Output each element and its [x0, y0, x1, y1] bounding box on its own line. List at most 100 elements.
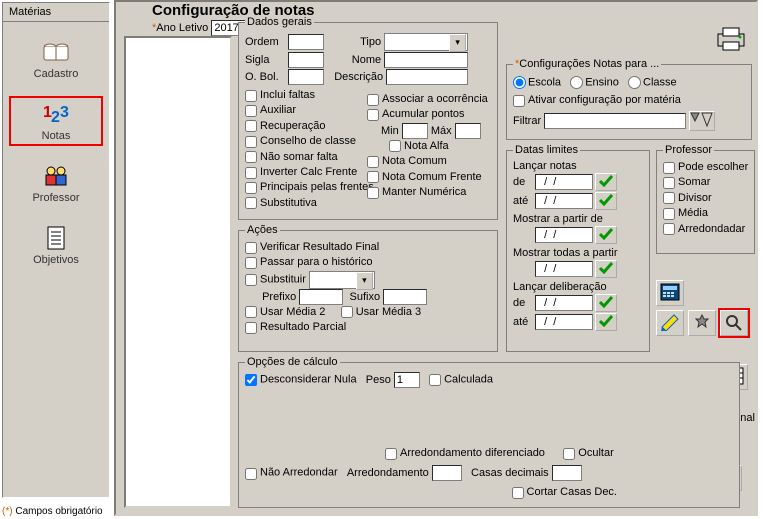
fs-acoes: Ações Verificar Resultado Final Passar p…	[238, 224, 498, 352]
check-delib-ate[interactable]	[595, 313, 617, 331]
fs-opcoes-calculo: Opções de cálculo Desconsiderar Nula Pes…	[238, 356, 740, 508]
fs-datas: Datas limites Lançar notas de até Mostra…	[506, 144, 650, 352]
chk-divisor[interactable]	[663, 192, 675, 204]
lancar-ate-input[interactable]	[535, 193, 593, 209]
chk-ativar-materia[interactable]	[513, 95, 525, 107]
sidebar-item-professor[interactable]: Professor	[9, 158, 103, 208]
lbl-tipo: Tipo	[333, 36, 381, 48]
chk-somar[interactable]	[663, 177, 675, 189]
search-btn[interactable]	[720, 310, 748, 336]
descricao-input[interactable]	[386, 69, 468, 85]
chk-nota-alfa[interactable]	[389, 140, 401, 152]
chk-principais[interactable]	[245, 182, 257, 194]
delib-de-input[interactable]	[535, 295, 593, 311]
chk-pode-escolher[interactable]	[663, 162, 675, 174]
radio-escola[interactable]	[513, 76, 526, 89]
chk-ocultar[interactable]	[563, 448, 575, 460]
mostrar-partir-input[interactable]	[535, 227, 593, 243]
lbl-ordem: Ordem	[245, 36, 285, 48]
main: Configuração de notas *Ano Letivo Dados …	[114, 0, 758, 516]
lbl-nome: Nome	[333, 54, 381, 66]
sidebar: Matérias Cadastro 123 Notas Professor Ob…	[2, 2, 110, 498]
radio-ensino[interactable]	[570, 76, 583, 89]
check-mostrar-todas[interactable]	[595, 260, 617, 278]
filtrar-input[interactable]	[544, 113, 686, 129]
chk-media2[interactable]	[245, 306, 257, 318]
max-input[interactable]	[455, 123, 481, 139]
chk-media[interactable]	[663, 208, 675, 220]
nome-input[interactable]	[384, 52, 468, 68]
chk-resultado-parcial[interactable]	[245, 322, 257, 334]
check-lancar-de[interactable]	[595, 173, 617, 191]
chk-nao-arredondar[interactable]	[245, 468, 257, 480]
chk-arredondadar[interactable]	[663, 223, 675, 235]
sidebar-item-objetivos[interactable]: Objetivos	[9, 220, 103, 270]
chk-inclui-faltas[interactable]	[245, 90, 257, 102]
chk-conselho[interactable]	[245, 136, 257, 148]
check-mostrar-partir[interactable]	[595, 226, 617, 244]
chk-desconsiderar[interactable]	[245, 374, 257, 386]
chk-nota-comum[interactable]	[367, 156, 379, 168]
sigla-input[interactable]	[288, 52, 324, 68]
ordem-input[interactable]	[288, 34, 324, 50]
check-delib-de[interactable]	[595, 294, 617, 312]
chk-verificar[interactable]	[245, 242, 257, 254]
filter-shape-button[interactable]	[689, 111, 715, 131]
lbl-sigla: Sigla	[245, 54, 285, 66]
sidebar-label-objetivos: Objetivos	[33, 254, 79, 266]
professor-icon	[40, 162, 72, 190]
sidebar-header: Matérias	[3, 3, 109, 22]
peso-input[interactable]	[394, 372, 420, 388]
chk-associar[interactable]	[367, 94, 379, 106]
footnote: (*) (*) Campos obrigatórioCampos obrigat…	[2, 506, 103, 517]
chk-calculada[interactable]	[429, 374, 441, 386]
tools-btn[interactable]	[688, 310, 716, 336]
ano-letivo-row: *Ano Letivo	[152, 20, 247, 36]
item-list[interactable]	[124, 36, 232, 508]
delib-ate-input[interactable]	[535, 314, 593, 330]
sidebar-item-cadastro[interactable]: Cadastro	[9, 34, 103, 84]
chk-substitutiva[interactable]	[245, 197, 257, 209]
svg-text:2: 2	[51, 109, 60, 126]
sidebar-item-notas[interactable]: 123 Notas	[9, 96, 103, 146]
fs-professor: Professor Pode escolher Somar Divisor Mé…	[656, 144, 755, 254]
sufixo-input[interactable]	[383, 289, 427, 305]
chk-nao-somar[interactable]	[245, 151, 257, 163]
chk-recuperacao[interactable]	[245, 120, 257, 132]
sidebar-label-notas: Notas	[42, 130, 71, 142]
fs-config-notas: *Configurações Notas para ... Escola Ens…	[506, 58, 752, 140]
check-lancar-ate[interactable]	[595, 192, 617, 210]
cadastro-icon	[40, 38, 72, 66]
pencil-btn[interactable]	[656, 310, 684, 336]
sidebar-items: Cadastro 123 Notas Professor Objetivos	[3, 22, 109, 288]
prefixo-input[interactable]	[299, 289, 343, 305]
objetivos-icon	[40, 224, 72, 252]
tipo-combo[interactable]	[384, 33, 468, 51]
lbl-obol: O. Bol.	[245, 71, 285, 83]
obol-input[interactable]	[288, 69, 324, 85]
chk-arred-dif[interactable]	[385, 448, 397, 460]
lbl-descricao: Descrição	[333, 71, 383, 83]
lancar-de-input[interactable]	[535, 174, 593, 190]
svg-text:3: 3	[60, 104, 69, 121]
min-input[interactable]	[402, 123, 428, 139]
chk-passar[interactable]	[245, 257, 257, 269]
mostrar-todas-input[interactable]	[535, 261, 593, 277]
arredondamento-input[interactable]	[432, 465, 462, 481]
chk-auxiliar[interactable]	[245, 105, 257, 117]
radio-classe[interactable]	[628, 76, 641, 89]
chk-media3[interactable]	[341, 306, 353, 318]
chk-acumular[interactable]	[367, 109, 379, 121]
chk-nota-comum-frente[interactable]	[367, 171, 379, 183]
calculator-btn-1[interactable]	[656, 280, 684, 306]
chk-inverter-calc[interactable]	[245, 167, 257, 179]
notas-icon: 123	[40, 100, 72, 128]
sidebar-label-cadastro: Cadastro	[34, 68, 79, 80]
chk-cortar-casas[interactable]	[512, 487, 524, 499]
chk-manter-num[interactable]	[367, 187, 379, 199]
substituir-combo[interactable]	[309, 271, 375, 289]
chk-substituir[interactable]	[245, 274, 257, 286]
sidebar-label-professor: Professor	[32, 192, 79, 204]
printer-icon[interactable]	[714, 24, 748, 52]
casas-input[interactable]	[552, 465, 582, 481]
